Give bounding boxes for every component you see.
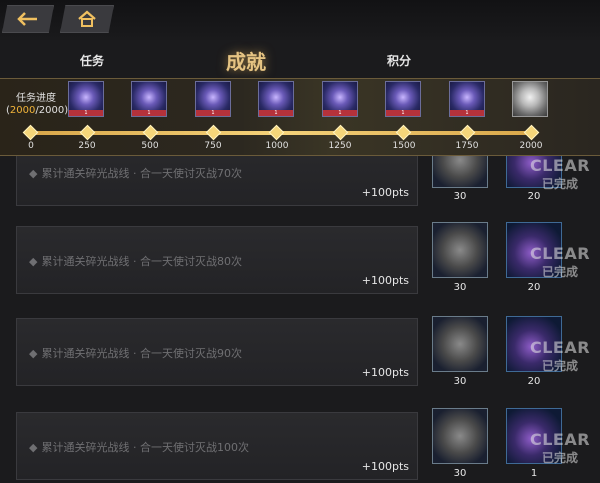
milestone-label: 2000 xyxy=(519,141,543,151)
milestone-node xyxy=(523,124,540,141)
task-description: ◆ 累计通关碎光战线 · 合一天使讨灭战90次 xyxy=(29,347,242,360)
task-points: +100pts xyxy=(361,274,409,287)
milestone-node xyxy=(268,124,285,141)
back-button[interactable] xyxy=(2,5,54,33)
task-row: ◆ 累计通关碎光战线 · 合一天使讨灭战80次 +100pts xyxy=(16,226,418,294)
task-description: ◆ 累计通关碎光战线 · 合一天使讨灭战70次 xyxy=(29,167,242,180)
home-button[interactable] xyxy=(60,5,114,33)
clear-stamp: CLEAR 已完成 xyxy=(529,338,591,373)
progress-label: 任务进度 xyxy=(16,93,56,104)
milestone-label: 750 xyxy=(204,141,222,151)
milestone-node xyxy=(79,124,96,141)
reward-item-icon[interactable] xyxy=(432,408,488,464)
task-row: ◆ 累计通关碎光战线 · 合一天使讨灭战100次 +100pts xyxy=(16,412,418,480)
task-description: ◆ 累计通关碎光战线 · 合一天使讨灭战100次 xyxy=(29,441,249,454)
milestone-node xyxy=(205,124,222,141)
reward-quantity: 30 xyxy=(453,282,467,293)
milestone-label: 1000 xyxy=(265,141,289,151)
reward-item-icon[interactable] xyxy=(432,156,488,188)
progress-value: (2000/2000) xyxy=(6,105,69,116)
milestone-node xyxy=(332,124,349,141)
milestone-label: 0 xyxy=(28,141,34,151)
milestone-reward-icon[interactable]: 1 xyxy=(195,81,231,117)
tab-achievements[interactable]: 成就 xyxy=(226,46,266,75)
progress-panel: 任务进度 (2000/2000) 1 1 1 1 1 1 1 0 250 500… xyxy=(0,78,600,156)
clear-stamp: CLEAR 已完成 xyxy=(529,244,591,279)
milestone-reward-icon[interactable]: 1 xyxy=(68,81,104,117)
top-bar xyxy=(0,0,600,40)
task-row: ◆ 累计通关碎光战线 · 合一天使讨灭战70次 +100pts xyxy=(16,156,418,206)
reward-quantity: 20 xyxy=(527,191,541,202)
milestone-node xyxy=(142,124,159,141)
milestone-label: 250 xyxy=(78,141,96,151)
milestone-reward-icon[interactable]: 1 xyxy=(322,81,358,117)
reward-quantity: 30 xyxy=(453,376,467,387)
home-icon xyxy=(78,10,96,27)
task-row: ◆ 累计通关碎光战线 · 合一天使讨灭战90次 +100pts xyxy=(16,318,418,386)
task-list[interactable]: ◆ 累计通关碎光战线 · 合一天使讨灭战70次 +100pts 30 20 CLE… xyxy=(0,156,600,483)
clear-stamp: CLEAR 已完成 xyxy=(529,430,591,465)
back-arrow-icon xyxy=(17,12,37,26)
milestone-reward-icon[interactable]: 1 xyxy=(131,81,167,117)
milestone-reward-icon[interactable]: 1 xyxy=(449,81,485,117)
reward-quantity: 1 xyxy=(530,468,538,479)
milestone-node xyxy=(395,124,412,141)
reward-quantity: 20 xyxy=(527,376,541,387)
milestone-label: 500 xyxy=(141,141,159,151)
tab-bar: 任务 成就 积分 xyxy=(0,42,600,78)
reward-quantity: 20 xyxy=(527,282,541,293)
task-points: +100pts xyxy=(361,460,409,473)
milestone-reward-icon[interactable]: 1 xyxy=(385,81,421,117)
task-points: +100pts xyxy=(361,186,409,199)
tab-tasks[interactable]: 任务 xyxy=(80,52,104,69)
reward-item-icon[interactable] xyxy=(432,222,488,278)
reward-quantity: 30 xyxy=(453,468,467,479)
tab-points[interactable]: 积分 xyxy=(387,52,411,69)
milestone-label: 1250 xyxy=(328,141,352,151)
task-description: ◆ 累计通关碎光战线 · 合一天使讨灭战80次 xyxy=(29,255,242,268)
task-points: +100pts xyxy=(361,366,409,379)
milestone-node xyxy=(22,124,39,141)
clear-stamp: CLEAR 已完成 xyxy=(529,156,591,191)
reward-quantity: 30 xyxy=(453,191,467,202)
milestone-label: 1500 xyxy=(392,141,416,151)
milestone-reward-icon[interactable]: 1 xyxy=(258,81,294,117)
reward-item-icon[interactable] xyxy=(432,316,488,372)
milestone-node xyxy=(459,124,476,141)
final-reward-icon[interactable] xyxy=(512,81,548,117)
milestone-label: 1750 xyxy=(455,141,479,151)
